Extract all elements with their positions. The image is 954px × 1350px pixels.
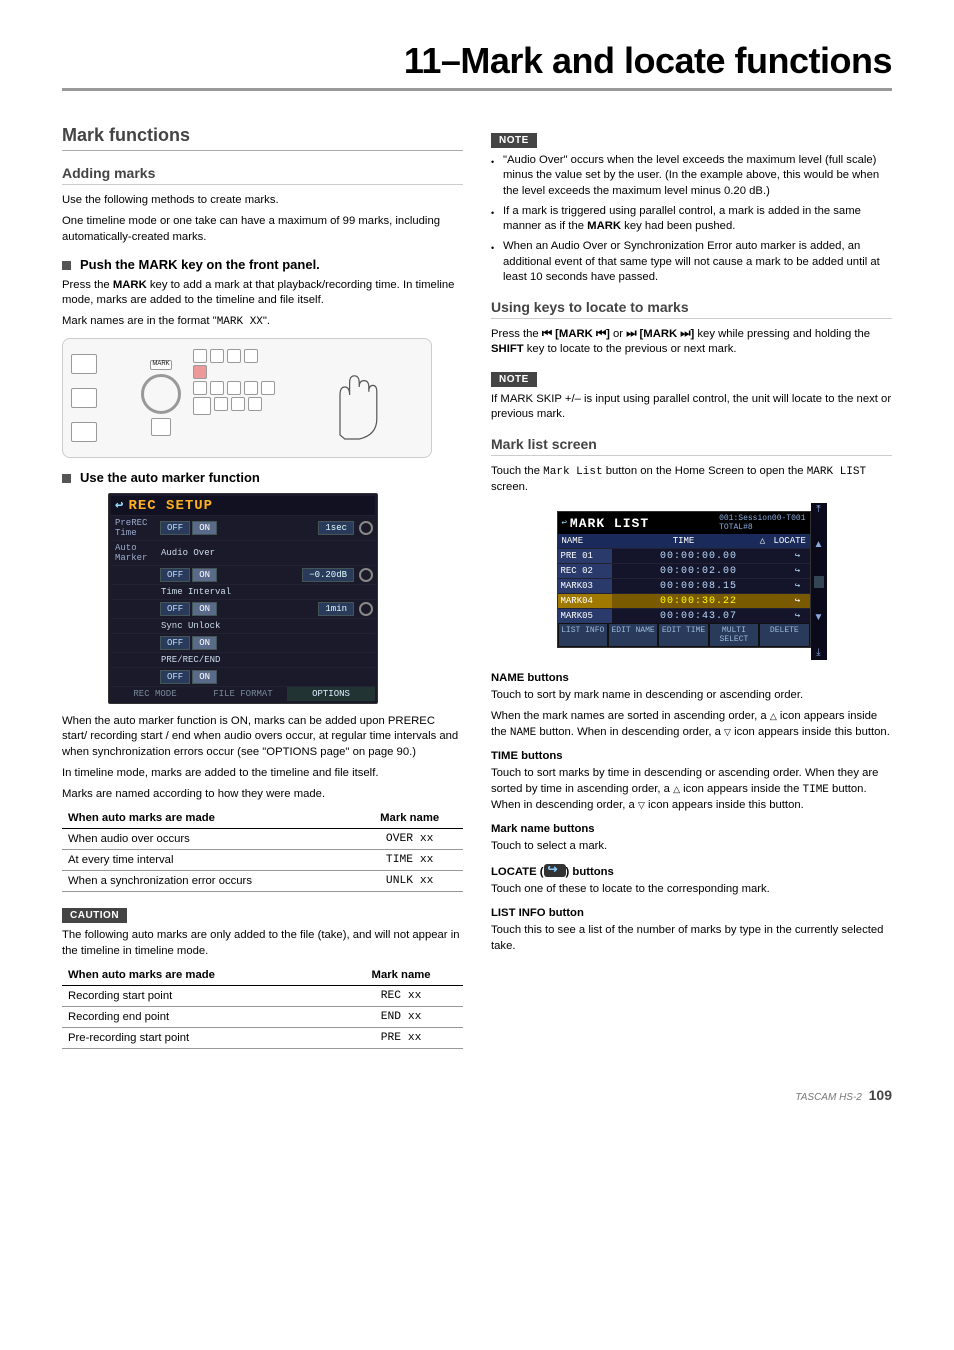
para: Touch to sort by mark name in descending… [491,688,892,703]
hand-icon [311,363,401,443]
para: Mark names are in the format "MARK XX". [62,314,463,330]
para: Use the following methods to create mark… [62,193,463,208]
caution-tag: CAUTION [62,908,127,923]
heading-locate-buttons: LOCATE () buttons [491,864,892,878]
para: The following auto marks are only added … [62,928,463,959]
para: When the auto marker function is ON, mar… [62,714,463,760]
left-column: Mark functions Adding marks Use the foll… [62,125,463,1057]
para: Press the ⏮ [MARK ⏮] or ⏭ [MARK ⏭] key w… [491,327,892,358]
rec-setup-screen: ↩REC SETUP PreREC Time OFF ON 1sec Auto … [108,493,378,704]
para: Press the MARK key to add a mark at that… [62,278,463,309]
heading-name-buttons: NAME buttons [491,672,892,684]
para: Touch this to see a list of the number o… [491,923,892,954]
para: In timeline mode, marks are added to the… [62,766,463,781]
subsection-keys-locate: Using keys to locate to marks [491,299,892,319]
note-tag: NOTE [491,372,537,387]
para: Touch one of these to locate to the corr… [491,882,892,897]
mark-list-screen: ↩ MARK LIST 001:Session00-T001TOTAL#8 NA… [557,503,827,660]
heading-time-buttons: TIME buttons [491,750,892,762]
heading-list-info-button: LIST INFO button [491,907,892,919]
page-footer: TASCAM HS-2 109 [62,1087,892,1103]
sub-push-mark-key: Push the MARK key on the front panel. [62,257,463,272]
section-mark-functions: Mark functions [62,125,463,151]
para: Touch to select a mark. [491,839,892,854]
auto-marks-table-1: When auto marks are made Mark name When … [62,808,463,892]
sub-auto-marker: Use the auto marker function [62,470,463,485]
auto-marks-table-2: When auto marks are made Mark name Recor… [62,965,463,1049]
note-tag: NOTE [491,133,537,148]
front-panel-illustration: MARK [62,338,432,458]
subsection-adding-marks: Adding marks [62,165,463,185]
para: One timeline mode or one take can have a… [62,214,463,245]
para: Touch the Mark List button on the Home S… [491,464,892,495]
locate-icon [544,864,566,877]
heading-mark-name-buttons: Mark name buttons [491,823,892,835]
right-column: NOTE "Audio Over" occurs when the level … [491,125,892,1057]
chapter-title: 11–Mark and locate functions [62,40,892,91]
subsection-mark-list: Mark list screen [491,436,892,456]
note-list: "Audio Over" occurs when the level excee… [491,153,892,285]
para: Touch to sort marks by time in descendin… [491,766,892,812]
para: Marks are named according to how they we… [62,787,463,802]
para: If MARK SKIP +/– is input using parallel… [491,392,892,423]
para: When the mark names are sorted in ascend… [491,709,892,740]
